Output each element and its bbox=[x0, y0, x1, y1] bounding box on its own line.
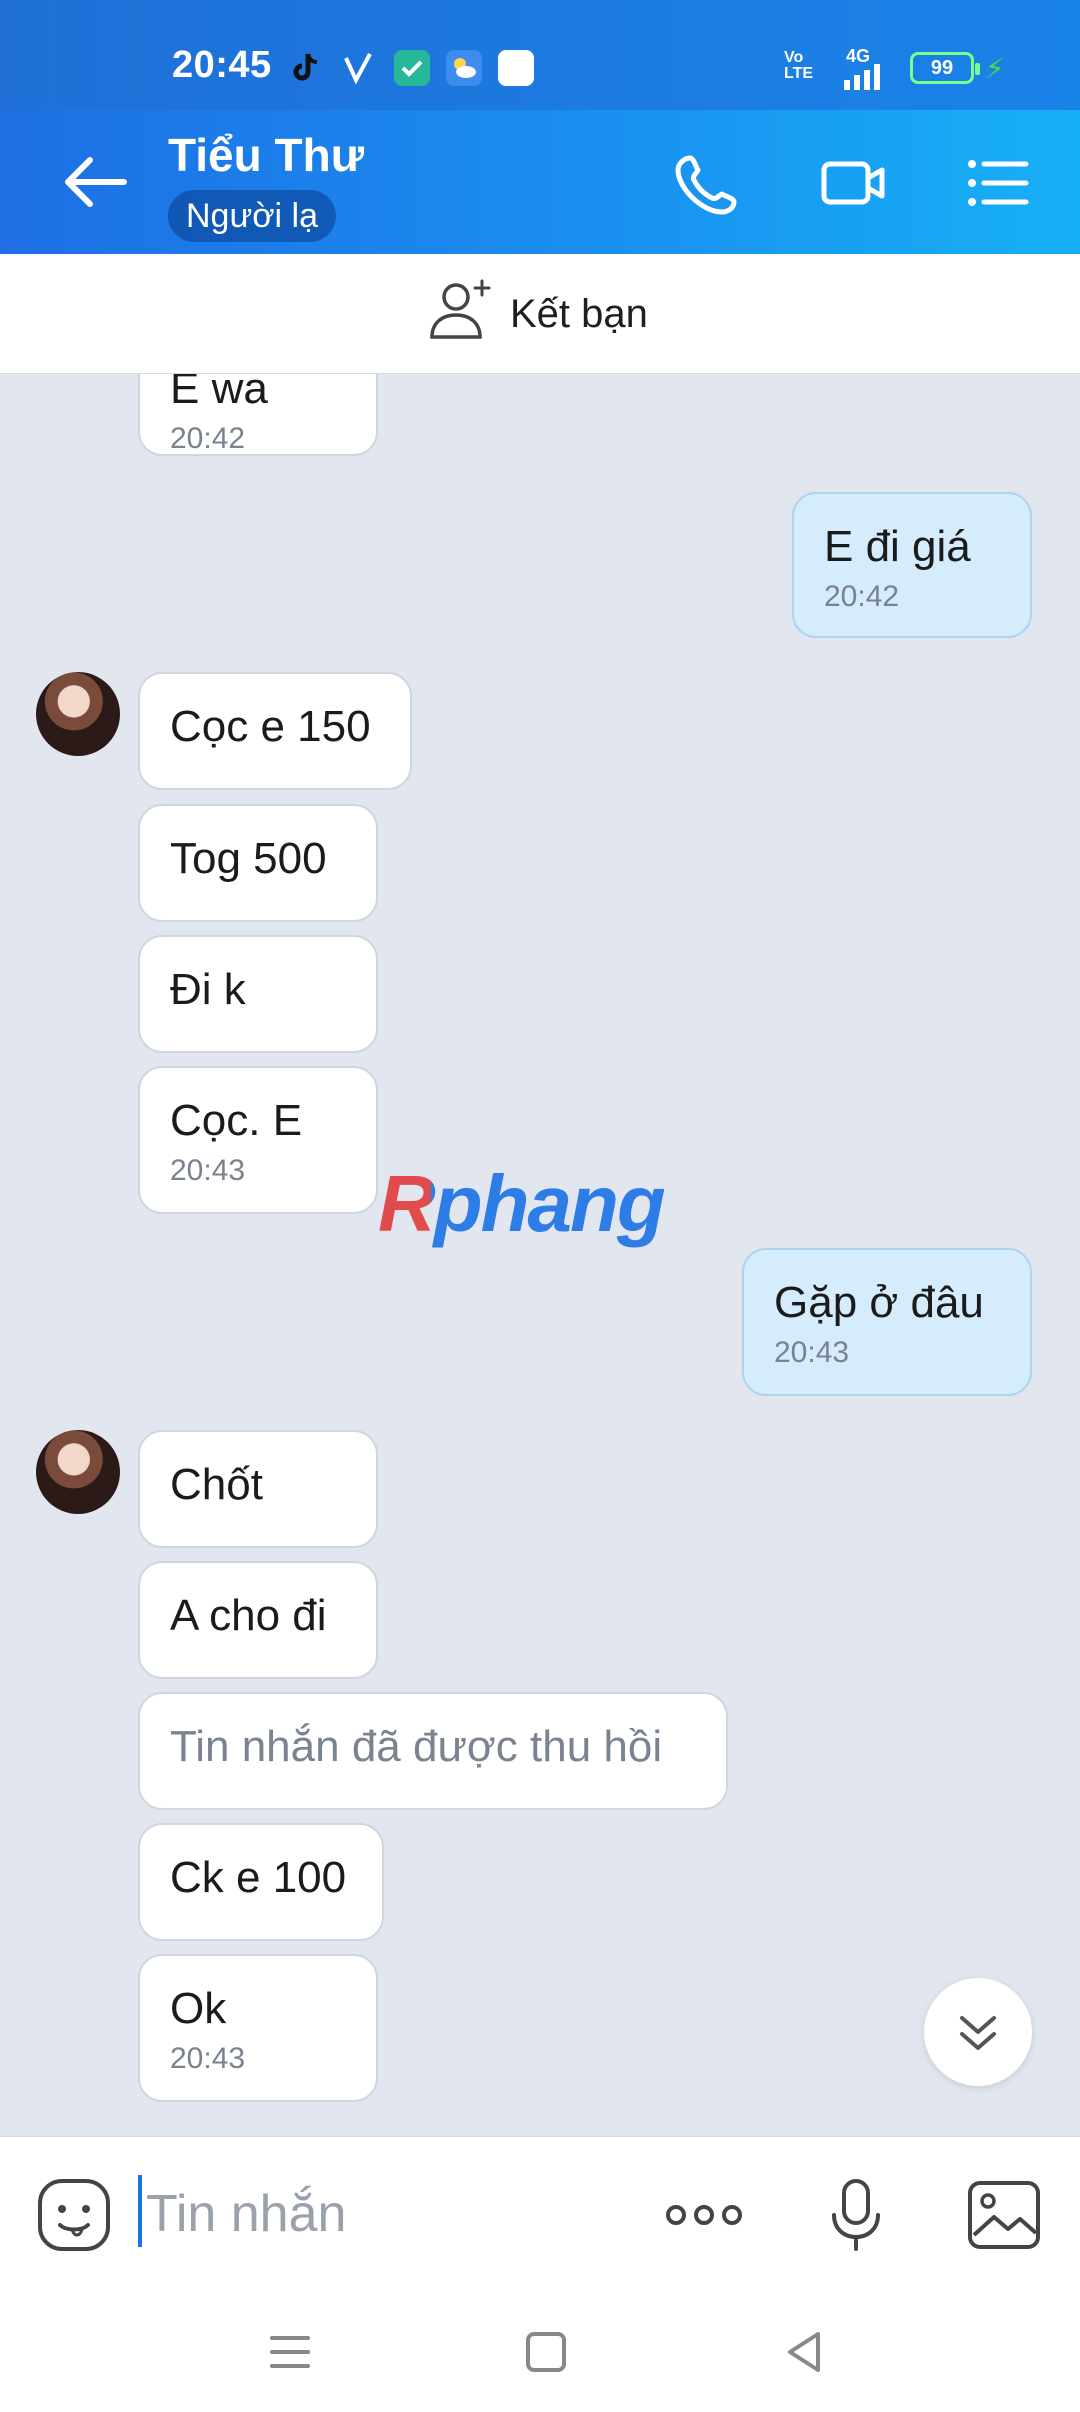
add-friend-bar[interactable]: Kết bạn bbox=[0, 254, 1080, 374]
add-friend-button[interactable]: Kết bạn bbox=[428, 279, 648, 346]
message-bubble[interactable]: E wa 20:42 bbox=[138, 374, 378, 456]
watermark: Rphang bbox=[378, 1159, 666, 1248]
message-bubble[interactable]: Đi k bbox=[138, 935, 378, 1053]
battery-indicator: 99 bbox=[910, 52, 980, 84]
v-app-icon bbox=[340, 50, 376, 86]
message-app-icon bbox=[498, 50, 534, 86]
tiktok-icon bbox=[288, 50, 324, 86]
back-icon[interactable] bbox=[776, 2324, 832, 2380]
text-cursor bbox=[138, 2175, 142, 2247]
message-bubble-sent[interactable]: Gặp ở đâu 20:43 bbox=[742, 1248, 1032, 1396]
volte-indicator: Vo LTE bbox=[784, 49, 814, 82]
scroll-to-bottom-button[interactable] bbox=[924, 1978, 1032, 2086]
system-nav-bar bbox=[0, 2288, 1080, 2412]
avatar[interactable] bbox=[36, 672, 120, 756]
status-bar: 20:45 Vo LTE 4G 99 ⚡ bbox=[0, 0, 1080, 110]
add-friend-label: Kết bạn bbox=[510, 291, 648, 336]
weather-icon bbox=[446, 50, 482, 86]
message-bubble[interactable]: A cho đi bbox=[138, 1561, 378, 1679]
message-bubble[interactable]: Tog 500 bbox=[138, 804, 378, 922]
message-bubble[interactable]: Ck e 100 bbox=[138, 1823, 384, 1941]
emoji-icon[interactable] bbox=[36, 2177, 112, 2253]
status-time: 20:45 bbox=[172, 44, 272, 86]
video-call-icon[interactable] bbox=[820, 150, 886, 216]
home-icon[interactable] bbox=[518, 2324, 574, 2380]
message-composer bbox=[0, 2136, 1080, 2288]
message-bubble-sent[interactable]: E đi giá 20:42 bbox=[792, 492, 1032, 638]
menu-list-icon[interactable] bbox=[964, 150, 1030, 216]
image-icon[interactable] bbox=[966, 2177, 1042, 2253]
stranger-badge: Người lạ bbox=[168, 190, 336, 242]
charging-icon: ⚡ bbox=[985, 53, 1005, 84]
message-bubble[interactable]: Cọc. E 20:43 bbox=[138, 1066, 378, 1214]
recent-apps-icon[interactable] bbox=[262, 2324, 318, 2380]
contact-name[interactable]: Tiểu Thư bbox=[168, 128, 364, 182]
chat-header: Tiểu Thư Người lạ bbox=[0, 110, 1080, 254]
back-arrow-icon[interactable] bbox=[60, 150, 130, 214]
microphone-icon[interactable] bbox=[818, 2177, 894, 2253]
double-chevron-down-icon bbox=[960, 2016, 996, 2050]
message-list[interactable]: E wa 20:42 E đi giá 20:42 Cọc e 150 Tog … bbox=[0, 374, 1080, 2136]
avatar[interactable] bbox=[36, 1430, 120, 1514]
message-bubble[interactable]: Chốt bbox=[138, 1430, 378, 1548]
check-app-icon bbox=[394, 50, 430, 86]
message-input[interactable] bbox=[146, 2179, 646, 2249]
recalled-message-bubble[interactable]: Tin nhắn đã được thu hồi bbox=[138, 1692, 728, 1810]
message-bubble[interactable]: Cọc e 150 bbox=[138, 672, 412, 790]
phone-icon[interactable] bbox=[674, 150, 740, 216]
signal-icon bbox=[842, 64, 886, 95]
add-friend-icon bbox=[428, 277, 494, 351]
more-icon[interactable] bbox=[664, 2177, 742, 2253]
message-bubble[interactable]: Ok 20:43 bbox=[138, 1954, 378, 2102]
